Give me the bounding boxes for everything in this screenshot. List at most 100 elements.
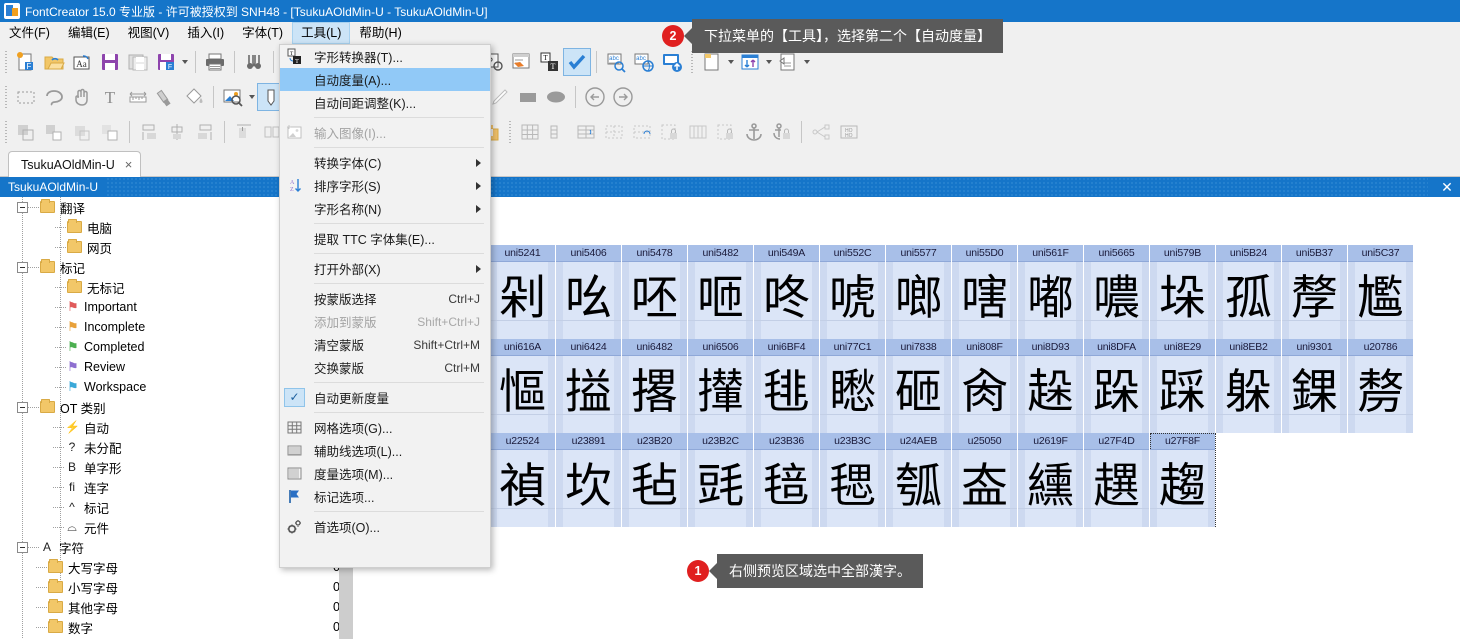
menu-item-glyph-names[interactable]: 字形名称(N) <box>280 197 490 220</box>
align-right-icon[interactable] <box>191 118 219 146</box>
glyph-cell[interactable]: uni5241 剁 <box>490 245 556 339</box>
glyph-cell[interactable]: u23B36 毰 <box>754 433 820 527</box>
expander-icon[interactable] <box>17 201 28 213</box>
menu-item-metrics-options[interactable]: 度量选项(M)... <box>280 462 490 485</box>
menu-view[interactable]: 视图(V) <box>119 22 179 44</box>
glyph-grid[interactable]: uni5241 剁 uni5406 吆 uni5478 呸 uni5482 咂 uni5… <box>490 245 1414 527</box>
glyph-cell[interactable]: u24AEB 瓠 <box>886 433 952 527</box>
glyph-cell[interactable]: u2619F 纁 <box>1018 433 1084 527</box>
menu-item-convert-font[interactable]: 转换字体(C) <box>280 151 490 174</box>
image-zoom-caret[interactable] <box>247 83 257 111</box>
glyph-cell[interactable]: u23B3C 毸 <box>820 433 886 527</box>
tab-tsukuaoldmin-u[interactable]: TsukuAOldMin-U × <box>8 151 142 177</box>
glyph-cell[interactable]: uni8E29 踩 <box>1150 339 1216 433</box>
font-properties-icon[interactable]: Aa <box>68 48 96 76</box>
glyph-cell[interactable]: uni616A 慪 <box>490 339 556 433</box>
glyph-cell[interactable]: uni549A 咚 <box>754 245 820 339</box>
glyph-cell-focused[interactable]: u27F8F 趨 <box>1150 433 1216 527</box>
lock-row-icon[interactable] <box>656 118 684 146</box>
bring-forward-icon[interactable] <box>40 118 68 146</box>
menu-insert[interactable]: 插入(I) <box>178 22 233 44</box>
align-top-icon[interactable] <box>230 118 258 146</box>
expander-icon[interactable] <box>17 541 28 553</box>
menu-font[interactable]: 字体(T) <box>233 22 292 44</box>
glyph-cell[interactable]: uni8DFA 跺 <box>1084 339 1150 433</box>
glyph-cell[interactable]: uni55D0 嗐 <box>952 245 1018 339</box>
menu-item-swap-mask[interactable]: 交换蒙版 Ctrl+M <box>280 356 490 379</box>
glyph-cell[interactable]: u20786 剺 <box>1348 339 1414 433</box>
glyph-cell[interactable]: uni9301 錁 <box>1282 339 1348 433</box>
open-font-icon[interactable] <box>40 48 68 76</box>
glyph-cell[interactable]: uni5577 啷 <box>886 245 952 339</box>
glyph-cell[interactable]: u23891 坎 <box>556 433 622 527</box>
edit-table-icon[interactable] <box>507 48 535 76</box>
glyph-cell[interactable]: u23B2C 毭 <box>688 433 754 527</box>
send-to-back-icon[interactable] <box>96 118 124 146</box>
glyph-cell[interactable]: u23B20 毡 <box>622 433 688 527</box>
validation-check-icon[interactable] <box>563 47 591 76</box>
menu-item-auto-update-metrics[interactable]: ✓ 自动更新度量 <box>280 386 490 409</box>
rectangle-select-icon[interactable] <box>12 83 40 111</box>
pan-hand-icon[interactable] <box>68 83 96 111</box>
grid-wide-icon[interactable] <box>572 118 600 146</box>
expander-icon[interactable] <box>17 261 28 273</box>
grid-dotted-icon[interactable] <box>600 118 628 146</box>
save-as-font-icon[interactable]: F <box>152 48 180 76</box>
test-font-icon[interactable]: abc <box>602 48 630 76</box>
glyph-cell[interactable]: uni5665 噥 <box>1084 245 1150 339</box>
glyph-cell[interactable]: uni6482 撂 <box>622 339 688 433</box>
knife-tool-icon[interactable] <box>152 83 180 111</box>
document-close-button[interactable]: ✕ <box>1434 179 1460 196</box>
glyph-cell[interactable]: uni579B 垛 <box>1150 245 1216 339</box>
send-backward-icon[interactable] <box>68 118 96 146</box>
toolbar-grip[interactable] <box>506 118 514 145</box>
glyph-cell[interactable]: uni7838 砸 <box>886 339 952 433</box>
print-icon[interactable] <box>201 48 229 76</box>
glyph-cell[interactable]: uni5406 吆 <box>556 245 622 339</box>
menu-item-grid-options[interactable]: 网格选项(G)... <box>280 416 490 439</box>
ellipse-shape-icon[interactable] <box>542 83 570 111</box>
menu-item-import-image[interactable]: 输入图像(I)... <box>280 121 490 144</box>
node-graph-icon[interactable] <box>807 118 835 146</box>
menu-item-auto-metrics[interactable]: 自动度量(A)... <box>280 68 490 91</box>
navigate-back-icon[interactable] <box>581 83 609 111</box>
text-tool-icon[interactable]: T <box>96 83 124 111</box>
glyph-cell[interactable]: u27F4D 趩 <box>1084 433 1150 527</box>
glyph-cell[interactable]: uni561F 嘟 <box>1018 245 1084 339</box>
bring-to-front-icon[interactable] <box>12 118 40 146</box>
glyph-cell[interactable]: uni8EB2 躲 <box>1216 339 1282 433</box>
web-preview-icon[interactable]: abc <box>630 48 658 76</box>
grid-narrow-icon[interactable] <box>544 118 572 146</box>
fill-tool-icon[interactable] <box>180 83 208 111</box>
align-left-icon[interactable] <box>135 118 163 146</box>
menu-item-open-external[interactable]: 打开外部(X) <box>280 257 490 280</box>
glyph-cell[interactable]: u25050 盇 <box>952 433 1018 527</box>
glyph-cell[interactable]: uni552C 唬 <box>820 245 886 339</box>
glyph-cell[interactable]: uni5B37 孷 <box>1282 245 1348 339</box>
glyph-cell[interactable]: uni5478 呸 <box>622 245 688 339</box>
rectangle-shape-icon[interactable] <box>514 83 542 111</box>
tab-close-icon[interactable]: × <box>125 157 133 172</box>
navigate-forward-icon[interactable] <box>609 83 637 111</box>
glyph-cell[interactable]: uni808F 肏 <box>952 339 1018 433</box>
menu-file[interactable]: 文件(F) <box>0 22 59 44</box>
menu-item-clear-mask[interactable]: 清空蒙版 Shift+Ctrl+M <box>280 333 490 356</box>
menu-item-auto-kerning[interactable]: 自动间距调整(K)... <box>280 91 490 114</box>
menu-item-flag-options[interactable]: 标记选项... <box>280 485 490 508</box>
kerning-table-icon[interactable]: HO HO <box>835 118 863 146</box>
glyph-cell[interactable]: uni5C37 尷 <box>1348 245 1414 339</box>
save-all-icon[interactable] <box>124 48 152 76</box>
menu-item-guideline-options[interactable]: 辅助线选项(L)... <box>280 439 490 462</box>
toolbar-grip[interactable] <box>2 83 10 110</box>
menu-item-preferences[interactable]: 首选项(O)... <box>280 515 490 538</box>
glyph-cell[interactable]: uni6BF4 毴 <box>754 339 820 433</box>
toolbar-grip[interactable] <box>2 118 10 145</box>
find-icon[interactable] <box>240 48 268 76</box>
anchor-lock-icon[interactable] <box>768 118 796 146</box>
menu-help[interactable]: 帮助(H) <box>350 22 410 44</box>
menu-item-sort-glyphs[interactable]: AZ 排序字形(S) <box>280 174 490 197</box>
lasso-select-icon[interactable] <box>40 83 68 111</box>
menu-item-select-by-mask[interactable]: 按蒙版选择 Ctrl+J <box>280 287 490 310</box>
grid-table-icon[interactable] <box>516 118 544 146</box>
columns-icon[interactable] <box>684 118 712 146</box>
